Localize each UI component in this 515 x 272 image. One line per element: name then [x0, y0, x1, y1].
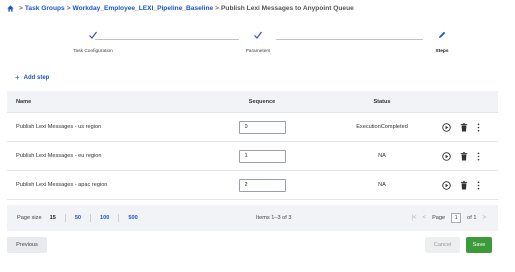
- home-icon[interactable]: [7, 4, 14, 12]
- step-status: NA: [378, 153, 386, 159]
- step-label: Steps: [435, 49, 449, 54]
- items-count: Items 1–3 of 3: [256, 215, 292, 221]
- table-header: Name Sequence Status: [7, 91, 498, 113]
- more-options-icon[interactable]: [477, 123, 480, 132]
- sequence-input[interactable]: [238, 120, 286, 134]
- page-number-input[interactable]: 1: [451, 213, 462, 223]
- add-step-button[interactable]: + Add step: [15, 73, 50, 82]
- breadcrumb: > Task Groups > Workday_Employee_LEXI_Pi…: [7, 3, 354, 13]
- step-parameters[interactable]: Parameters: [198, 30, 318, 54]
- breadcrumb-task-groups[interactable]: Task Groups: [25, 5, 65, 12]
- step-name: Publish Lexi Messages - eu region: [16, 153, 102, 159]
- first-page-icon[interactable]: |<: [411, 215, 416, 221]
- step-name: Publish Lexi Messages - us region: [16, 124, 102, 130]
- pencil-icon: [439, 31, 446, 38]
- add-step-label: Add step: [23, 75, 50, 81]
- breadcrumb-separator: >: [66, 4, 71, 12]
- play-icon[interactable]: [442, 180, 451, 190]
- breadcrumb-separator: >: [215, 4, 220, 12]
- sequence-input[interactable]: [238, 149, 286, 163]
- step-name: Publish Lexi Messages - apac region: [16, 182, 108, 188]
- sequence-input[interactable]: [238, 178, 286, 192]
- check-icon: [254, 31, 262, 39]
- page-size-option[interactable]: 50: [66, 214, 92, 222]
- next-page-icon[interactable]: >: [482, 215, 486, 221]
- previous-button[interactable]: Previous: [7, 237, 47, 253]
- page-size-option[interactable]: 500: [119, 214, 146, 222]
- more-options-icon[interactable]: [477, 181, 480, 190]
- step-label: Parameters: [245, 49, 271, 54]
- more-options-icon[interactable]: [477, 152, 480, 161]
- table-row: Publish Lexi Messages - apac region NA: [7, 171, 498, 200]
- column-header-name[interactable]: Name: [7, 99, 197, 105]
- table-row: Publish Lexi Messages - eu region NA: [7, 142, 498, 171]
- page-total: of 1: [467, 215, 477, 221]
- page-label: Page: [432, 215, 446, 221]
- step-status: NA: [378, 182, 386, 188]
- pagination-bar: Page size 15 50 100 500 Items 1–3 of 3 |…: [7, 205, 498, 231]
- breadcrumb-task-group[interactable]: Workday_Employee_LEXI_Pipeline_Baseline: [73, 5, 214, 12]
- play-icon[interactable]: [442, 122, 451, 132]
- page-size-option[interactable]: 100: [91, 214, 120, 222]
- cancel-button[interactable]: Cancel: [425, 237, 460, 253]
- plus-icon: +: [15, 73, 20, 82]
- step-status: ExecutionCompleted: [356, 124, 408, 130]
- steps-table: Name Sequence Status Publish Lexi Messag…: [7, 91, 498, 200]
- prev-page-icon[interactable]: <: [423, 215, 427, 221]
- column-header-sequence[interactable]: Sequence: [197, 99, 327, 105]
- save-button[interactable]: Save: [466, 237, 492, 253]
- trash-icon[interactable]: [460, 122, 468, 132]
- wizard-stepper: Task Configuration Parameters Steps: [0, 24, 515, 60]
- page-size-option[interactable]: 15: [50, 214, 66, 222]
- trash-icon[interactable]: [460, 180, 468, 190]
- trash-icon[interactable]: [460, 151, 468, 161]
- page-navigation: |< < Page 1 of 1 >: [411, 213, 486, 223]
- table-row: Publish Lexi Messages - us region Execut…: [7, 113, 498, 142]
- step-task-configuration[interactable]: Task Configuration: [33, 30, 153, 54]
- page-size-label: Page size: [17, 215, 42, 221]
- breadcrumb-separator: >: [19, 4, 23, 12]
- play-icon[interactable]: [442, 151, 451, 161]
- check-icon: [89, 31, 97, 39]
- step-steps[interactable]: Steps: [382, 30, 502, 54]
- step-label: Task Configuration: [73, 49, 113, 54]
- breadcrumb-current: Publish Lexi Messages to Anypoint Queue: [221, 4, 354, 12]
- column-header-status[interactable]: Status: [327, 99, 437, 105]
